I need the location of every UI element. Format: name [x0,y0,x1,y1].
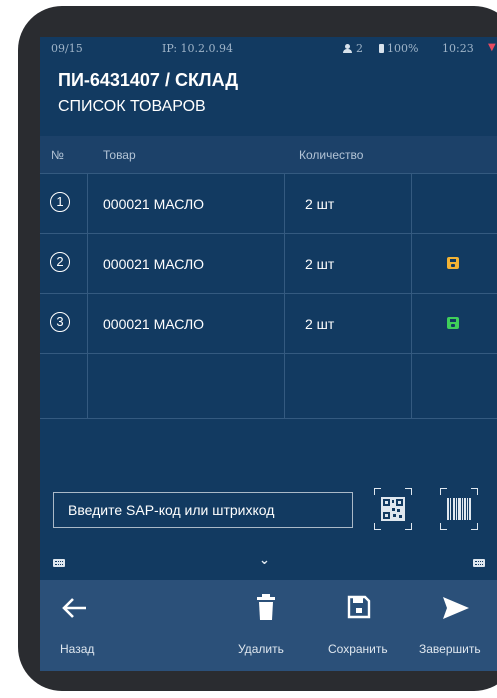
status-bar: 09/15 IP: 10.2.0.94 2 100% 10:23 ▼ [40,37,497,61]
finish-label: Завершить [419,642,481,656]
delete-button[interactable]: Удалить [230,580,300,671]
app-screen: 09/15 IP: 10.2.0.94 2 100% 10:23 ▼ ПИ-64… [40,37,497,671]
row-number: 3 [50,312,70,332]
delete-label: Удалить [238,642,284,656]
row-number: 1 [50,192,70,212]
clock: 10:23 [442,42,474,55]
barcode-icon [447,498,471,520]
quantity: 2 шт [305,196,335,212]
column-quantity: Количество [299,148,364,162]
items-table: 1 000021 МАСЛО 2 шт 2 000021 МАСЛО 2 шт … [40,173,497,419]
quantity: 2 шт [305,316,335,332]
arrow-left-icon [62,598,86,618]
qr-scan-button[interactable] [374,488,412,530]
back-button[interactable]: Назад [40,580,120,671]
keyboard-icon[interactable] [53,559,65,567]
finish-button[interactable]: Завершить [415,580,497,671]
battery-indicator: 100% [379,42,418,55]
column-product: Товар [103,148,136,162]
page-title: ПИ-6431407 / СКЛАД [58,70,239,90]
users-indicator: 2 [343,42,363,55]
back-label: Назад [60,642,95,656]
keyboard-icon[interactable] [473,559,485,567]
save-done-icon [447,317,459,329]
product-name: 000021 МАСЛО [103,256,205,272]
page-subtitle: СПИСОК ТОВАРОВ [58,98,206,115]
empty-row [40,353,497,419]
page-counter: 09/15 [51,42,83,55]
row-number: 2 [50,252,70,272]
table-row[interactable]: 2 000021 МАСЛО 2 шт [40,233,497,293]
person-icon [343,44,352,53]
barcode-scan-button[interactable] [440,488,478,530]
save-pending-icon [447,257,459,269]
product-name: 000021 МАСЛО [103,316,205,332]
sap-code-input[interactable] [53,492,353,528]
table-row[interactable]: 1 000021 МАСЛО 2 шт [40,173,497,233]
table-row[interactable]: 3 000021 МАСЛО 2 шт [40,293,497,353]
floppy-disk-icon [347,595,371,619]
qr-code-icon [381,497,405,521]
save-button[interactable]: Сохранить [320,580,400,671]
battery-icon [379,44,384,53]
ip-address: IP: 10.2.0.94 [162,42,234,55]
quantity: 2 шт [305,256,335,272]
wifi-icon: ▼ [488,42,496,53]
trash-icon [257,594,275,620]
chevron-down-icon[interactable]: ⌄ [259,553,270,568]
send-icon [443,597,469,619]
table-header: № Товар Количество [40,136,497,173]
product-name: 000021 МАСЛО [103,196,205,212]
bottom-toolbar: Назад Удалить Сохранить Завершить [40,580,497,671]
save-label: Сохранить [328,642,388,656]
column-number: № [51,148,64,162]
